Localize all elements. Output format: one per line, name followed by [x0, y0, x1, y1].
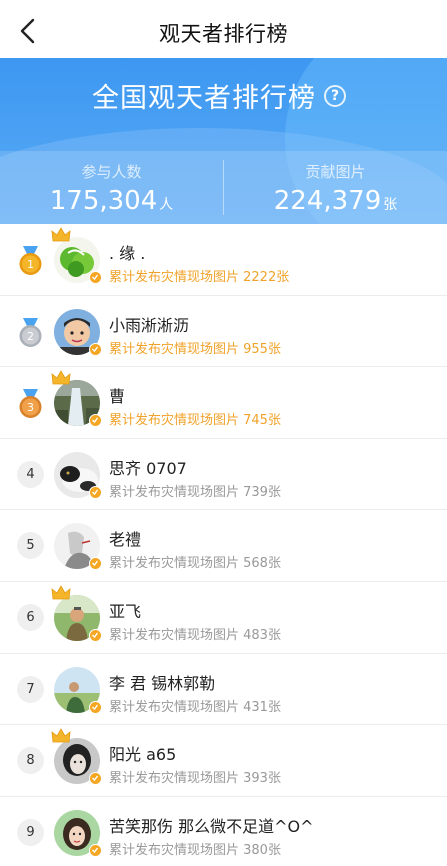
verified-badge-icon [89, 772, 102, 786]
user-name: . 缘 . [109, 244, 146, 263]
participants-label: 参与人数 [81, 163, 142, 181]
stats-divider [223, 160, 224, 215]
photo-count-text: 累计发布灾情现场图片 739张 [109, 484, 281, 500]
gold-medal-icon: 1 [17, 246, 44, 275]
rank-number: 5 [17, 532, 44, 560]
verified-badge-icon [89, 485, 102, 499]
photo-count-text: 累计发布灾情现场图片 393张 [109, 771, 281, 787]
ranking-row[interactable]: 6 亚飞 累计发布灾情现场图片 483张 [0, 582, 447, 654]
ranking-row[interactable]: 9 苦笑那伤 那么微不足道^O^ 累计发布灾情现场图片 380张 [0, 797, 447, 866]
participants-unit: 人 [159, 197, 174, 213]
ranking-row[interactable]: 3 曹 累计发布灾情现场图片 745张 [0, 367, 447, 439]
rank-number: 1 [27, 258, 34, 271]
ranking-list: 1 . 缘 . 累计发布灾情现场图片 2222张 2 小雨淅淅沥 累计发布灾情现… [0, 224, 447, 866]
photo-count-text: 累计发布灾情现场图片 483张 [109, 627, 281, 643]
user-name: 老禮 [109, 530, 142, 550]
photo-count-text: 累计发布灾情现场图片 380张 [109, 842, 281, 858]
ranking-row[interactable]: 8 阳光 a65 累计发布灾情现场图片 393张 [0, 725, 447, 797]
participants-stat: 参与人数 175,304 人 [0, 161, 223, 216]
verified-badge-icon [89, 843, 102, 857]
user-name: 阳光 a65 [109, 745, 177, 765]
rank-number: 9 [17, 818, 44, 846]
user-avatar[interactable] [51, 728, 102, 786]
rank-number: 8 [17, 747, 44, 775]
photo-count-text: 累计发布灾情现场图片 955张 [109, 341, 281, 357]
page-title: 观天者排行榜 [159, 22, 288, 46]
user-avatar[interactable] [54, 308, 102, 356]
verified-badge-icon [89, 557, 102, 571]
user-avatar[interactable] [51, 585, 102, 642]
rank-number: 2 [27, 330, 34, 343]
user-avatar[interactable] [51, 227, 102, 284]
verified-badge-icon [89, 700, 102, 714]
rank-number: 7 [17, 675, 44, 703]
user-name: 思齐 0707 [109, 458, 187, 478]
user-name: 李 君 锡林郭勒 [109, 673, 216, 693]
verified-badge-icon [89, 414, 102, 428]
contributions-unit: 张 [383, 197, 398, 213]
silver-medal-icon: 2 [17, 317, 44, 347]
user-name: 小雨淅淅沥 [109, 315, 190, 335]
user-name: 曹 [109, 387, 126, 407]
nav-bar: 观天者排行榜 [0, 0, 447, 62]
ranking-row[interactable]: 5 老禮 累计发布灾情现场图片 568张 [0, 510, 447, 582]
participants-value: 175,304 [49, 186, 158, 216]
question-help-icon[interactable]: ? [324, 84, 346, 107]
crown-icon [51, 585, 71, 601]
contributions-stat: 贡献图片 224,379 张 [224, 161, 447, 216]
user-avatar[interactable] [54, 809, 102, 857]
banner-title: 全国观天者排行榜 [92, 83, 316, 114]
photo-count-text: 累计发布灾情现场图片 431张 [109, 699, 281, 715]
user-avatar[interactable] [54, 523, 102, 571]
crown-icon [51, 728, 71, 744]
photo-count-text: 累计发布灾情现场图片 568张 [109, 556, 281, 572]
rank-number: 6 [17, 603, 44, 631]
user-avatar[interactable] [51, 370, 102, 428]
ranking-row[interactable]: 2 小雨淅淅沥 累计发布灾情现场图片 955张 [0, 296, 447, 368]
ranking-row[interactable]: 7 李 君 锡林郭勒 累计发布灾情现场图片 431张 [0, 654, 447, 726]
bronze-medal-icon: 3 [17, 389, 44, 419]
contributions-value: 224,379 [273, 186, 382, 216]
photo-count-text: 累计发布灾情现场图片 745张 [109, 413, 281, 429]
crown-icon [51, 370, 71, 386]
contributions-label: 贡献图片 [305, 163, 366, 181]
rank-number: 4 [17, 460, 44, 488]
user-avatar[interactable] [54, 666, 102, 714]
user-name: 苦笑那伤 那么微不足道^O^ [109, 816, 314, 836]
verified-badge-icon [89, 271, 102, 284]
user-avatar[interactable] [54, 451, 102, 499]
ranking-row[interactable]: 4 思齐 0707 累计发布灾情现场图片 739张 [0, 439, 447, 511]
user-name: 亚飞 [109, 601, 142, 621]
verified-badge-icon [89, 628, 102, 642]
ranking-row[interactable]: 1 . 缘 . 累计发布灾情现场图片 2222张 [0, 224, 447, 296]
crown-icon [51, 227, 71, 243]
banner-title-row: 全国观天者排行榜 ? [92, 76, 346, 115]
photo-count-text: 累计发布灾情现场图片 2222张 [109, 270, 290, 285]
verified-badge-icon [89, 342, 102, 356]
rank-number: 3 [27, 401, 34, 414]
